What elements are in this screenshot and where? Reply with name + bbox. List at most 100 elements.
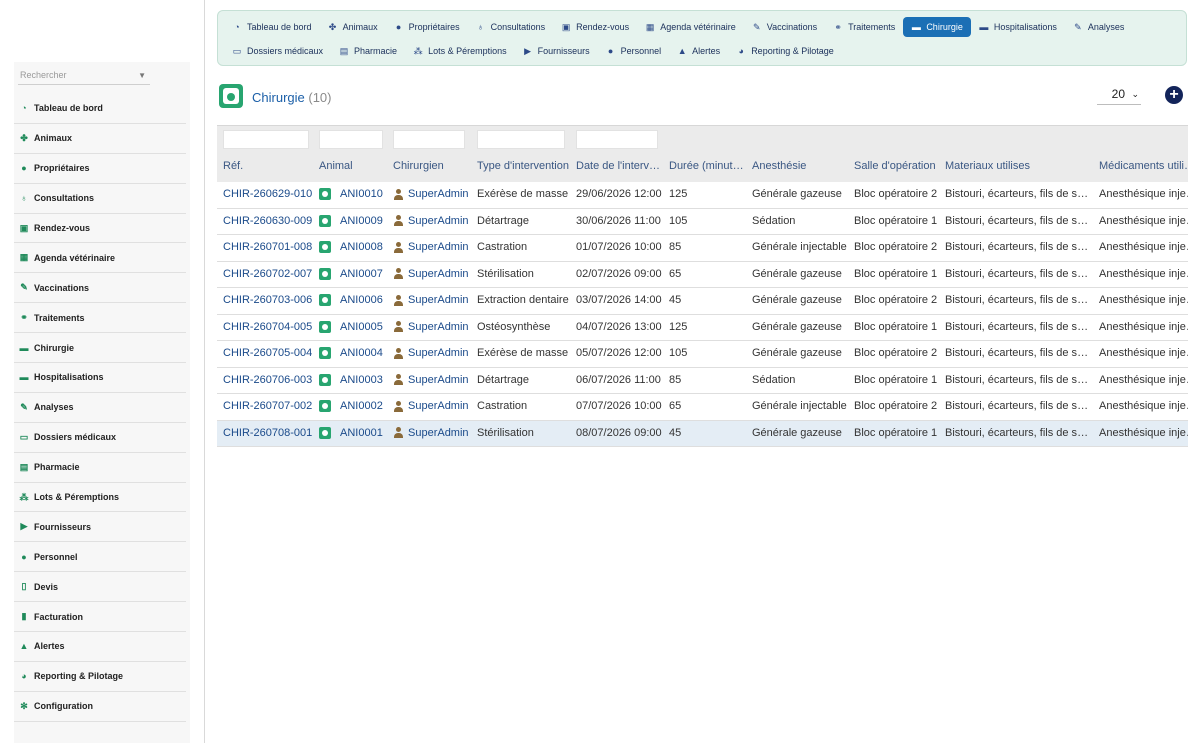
nav-tab-propri-taires[interactable]: ● Propriétaires	[386, 17, 468, 37]
ref-link[interactable]: CHIR-260702-007	[223, 268, 315, 280]
table-row[interactable]: CHIR-260705-004 ANI0004 SuperAdmin Exérèse …	[217, 341, 1188, 368]
table-row[interactable]: CHIR-260707-002 ANI0002 SuperAdmin Castrati…	[217, 394, 1188, 421]
sidebar-item-agenda-v-t-rinaire[interactable]: ▦ Agenda vétérinaire	[14, 243, 186, 274]
column-filter-input[interactable]	[223, 130, 309, 149]
nav-tab-hospitalisations[interactable]: ▬ Hospitalisations	[971, 17, 1065, 37]
column-header[interactable]: Chirurgien	[393, 160, 473, 172]
sidebar-item-alertes[interactable]: ▲ Alertes	[14, 632, 186, 662]
sidebar-item-vaccinations[interactable]: ✎ Vaccinations	[14, 273, 186, 304]
animal-link[interactable]: ANI0007	[340, 268, 383, 280]
sidebar-item-tableau-de-bord[interactable]: ◔ Tableau de bord	[14, 94, 186, 124]
animal-icon	[319, 373, 331, 386]
user-icon	[393, 321, 404, 332]
column-header[interactable]: Materiaux utilises	[945, 160, 1091, 172]
ref-link[interactable]: CHIR-260707-002	[223, 400, 315, 412]
surgeon-link[interactable]: SuperAdmin	[408, 400, 469, 412]
table-row[interactable]: CHIR-260704-005 ANI0005 SuperAdmin Ostéosyn…	[217, 314, 1188, 341]
surgeon-link[interactable]: SuperAdmin	[408, 241, 469, 253]
table-row[interactable]: CHIR-260630-009 ANI0009 SuperAdmin Détartra…	[217, 208, 1188, 235]
column-filter-input[interactable]	[319, 130, 383, 149]
surgeon-link[interactable]: SuperAdmin	[408, 347, 469, 359]
sidebar-item-hospitalisations[interactable]: ▬ Hospitalisations	[14, 363, 186, 393]
column-header[interactable]: Médicaments utilisés	[1099, 160, 1188, 172]
nav-tab-animaux[interactable]: ✤ Animaux	[320, 17, 386, 37]
table-row[interactable]: CHIR-260701-008 ANI0008 SuperAdmin Castrati…	[217, 235, 1188, 262]
nav-tab-lots-p-remptions[interactable]: ⁂ Lots & Péremptions	[405, 41, 515, 61]
sidebar-item-consultations[interactable]: ♁ Consultations	[14, 184, 186, 214]
table-row[interactable]: CHIR-260629-010 ANI0010 SuperAdmin Exérèse …	[217, 182, 1188, 209]
animal-link[interactable]: ANI0003	[340, 374, 383, 386]
sidebar-item-propri-taires[interactable]: ● Propriétaires	[14, 154, 186, 184]
table-row[interactable]: CHIR-260708-001 ANI0001 SuperAdmin Stérilis…	[217, 420, 1188, 447]
nav-tab-chirurgie[interactable]: ▬ Chirurgie	[903, 17, 971, 37]
surgeon-link[interactable]: SuperAdmin	[408, 321, 469, 333]
sidebar-item-fournisseurs[interactable]: ▶ Fournisseurs	[14, 512, 186, 543]
animal-link[interactable]: ANI0006	[340, 294, 383, 306]
surgeon-link[interactable]: SuperAdmin	[408, 268, 469, 280]
sidebar-item-facturation[interactable]: ▮ Facturation	[14, 602, 186, 633]
ref-link[interactable]: CHIR-260705-004	[223, 347, 315, 359]
sidebar-item-lots-p-remptions[interactable]: ⁂ Lots & Péremptions	[14, 483, 186, 513]
sidebar-item-pharmacie[interactable]: ▤ Pharmacie	[14, 453, 186, 483]
nav-tab-analyses[interactable]: ✎ Analyses	[1065, 17, 1133, 37]
nav-tab-agenda-v-t-rinaire[interactable]: ▦ Agenda vétérinaire	[637, 17, 744, 37]
sidebar-item-devis[interactable]: ▯ Devis	[14, 572, 186, 603]
sidebar-item-dossiers-m-dicaux[interactable]: ▭ Dossiers médicaux	[14, 423, 186, 453]
ref-link[interactable]: CHIR-260703-006	[223, 294, 315, 306]
nav-tab-consultations[interactable]: ♁ Consultations	[468, 17, 554, 37]
surgeon-link[interactable]: SuperAdmin	[408, 215, 469, 227]
nav-tab-reporting-pilotage[interactable]: ◕ Reporting & Pilotage	[728, 41, 842, 61]
ref-link[interactable]: CHIR-260630-009	[223, 215, 315, 227]
sidebar-item-analyses[interactable]: ✎ Analyses	[14, 393, 186, 423]
animal-link[interactable]: ANI0001	[340, 427, 383, 439]
table-row[interactable]: CHIR-260703-006 ANI0006 SuperAdmin Extracti…	[217, 288, 1188, 315]
sidebar-item-rendez-vous[interactable]: ▣ Rendez-vous	[14, 214, 186, 244]
ref-link[interactable]: CHIR-260706-003	[223, 374, 315, 386]
sidebar-item-chirurgie[interactable]: ▬ Chirurgie	[14, 333, 186, 364]
animal-link[interactable]: ANI0010	[340, 188, 383, 200]
column-header[interactable]: Animal	[319, 160, 389, 172]
column-header[interactable]: Durée (minutes)	[669, 160, 747, 172]
sidebar-item-reporting-pilotage[interactable]: ◕ Reporting & Pilotage	[14, 662, 186, 692]
column-filter-input[interactable]	[393, 130, 465, 149]
add-record-button[interactable]: +	[1165, 86, 1183, 104]
surgeon-link[interactable]: SuperAdmin	[408, 427, 469, 439]
sidebar-item-traitements[interactable]: ⚭ Traitements	[14, 303, 186, 334]
column-header[interactable]: Réf.	[223, 160, 315, 172]
column-filter-input[interactable]	[477, 130, 565, 149]
nav-tab-traitements[interactable]: ⚭ Traitements	[825, 17, 903, 37]
nav-tab-personnel[interactable]: ● Personnel	[598, 41, 670, 61]
nav-tab-alertes[interactable]: ▲ Alertes	[669, 41, 728, 61]
surgeon-link[interactable]: SuperAdmin	[408, 374, 469, 386]
nav-tab-tableau-de-bord[interactable]: ◔ Tableau de bord	[224, 17, 320, 37]
ref-link[interactable]: CHIR-260708-001	[223, 427, 315, 439]
animal-link[interactable]: ANI0009	[340, 215, 383, 227]
sidebar-item-configuration[interactable]: ✻ Configuration	[14, 692, 186, 722]
ref-link[interactable]: CHIR-260701-008	[223, 241, 315, 253]
column-filter-input[interactable]	[576, 130, 658, 149]
animal-link[interactable]: ANI0008	[340, 241, 383, 253]
animal-link[interactable]: ANI0004	[340, 347, 383, 359]
animal-link[interactable]: ANI0005	[340, 321, 383, 333]
animal-link[interactable]: ANI0002	[340, 400, 383, 412]
caret-down-icon[interactable]: ▼	[138, 68, 146, 83]
surgeon-link[interactable]: SuperAdmin	[408, 188, 469, 200]
nav-tab-rendez-vous[interactable]: ▣ Rendez-vous	[553, 17, 637, 37]
nav-tab-fournisseurs[interactable]: ▶ Fournisseurs	[515, 41, 598, 61]
per-page-select[interactable]: 20 ⌄	[1097, 86, 1141, 105]
nav-tab-pharmacie[interactable]: ▤ Pharmacie	[331, 41, 405, 61]
column-header[interactable]: Anesthésie	[752, 160, 848, 172]
column-header[interactable]: Date de l'intervention	[576, 160, 664, 172]
column-header[interactable]: Type d'intervention	[477, 160, 569, 172]
ref-link[interactable]: CHIR-260704-005	[223, 321, 315, 333]
nav-tab-vaccinations[interactable]: ✎ Vaccinations	[744, 17, 825, 37]
table-row[interactable]: CHIR-260706-003 ANI0003 SuperAdmin Détartra…	[217, 367, 1188, 394]
nav-tab-dossiers-m-dicaux[interactable]: ▭ Dossiers médicaux	[224, 41, 331, 61]
sidebar-item-personnel[interactable]: ● Personnel	[14, 542, 186, 573]
sidebar-item-animaux[interactable]: ✤ Animaux	[14, 124, 186, 154]
ref-link[interactable]: CHIR-260629-010	[223, 188, 315, 200]
column-header[interactable]: Salle d'opération	[854, 160, 940, 172]
table-row[interactable]: CHIR-260702-007 ANI0007 SuperAdmin Stérilis…	[217, 261, 1188, 288]
surgeon-link[interactable]: SuperAdmin	[408, 294, 469, 306]
search-select[interactable]: Rechercher ▼	[18, 68, 150, 85]
